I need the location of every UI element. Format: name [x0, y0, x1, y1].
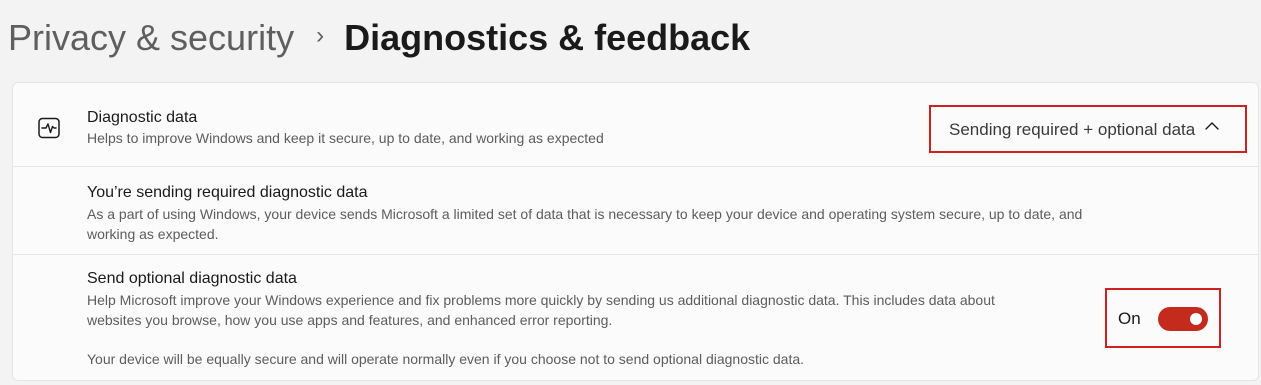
optional-data-description-line2: websites you browse, how you use apps an…	[87, 312, 613, 328]
breadcrumb-parent-privacy-security[interactable]: Privacy & security	[8, 17, 294, 59]
optional-data-title: Send optional diagnostic data	[87, 270, 297, 287]
diagnostic-data-row[interactable]: Diagnostic data Helps to improve Windows…	[13, 83, 1258, 167]
chevron-right-icon: ›	[316, 22, 325, 49]
page-title: Diagnostics & feedback	[344, 17, 751, 58]
optional-data-toggle[interactable]	[1158, 307, 1208, 331]
toggle-knob	[1190, 313, 1202, 325]
required-diagnostic-data-row: You’re sending required diagnostic data …	[13, 167, 1258, 255]
optional-diagnostic-data-row: Send optional diagnostic data Help Micro…	[13, 255, 1258, 381]
optional-data-note: Your device will be equally secure and w…	[87, 351, 805, 367]
diagnostic-data-description: Helps to improve Windows and keep it sec…	[87, 130, 604, 146]
breadcrumb: Privacy & security › Diagnostics & feedb…	[8, 14, 750, 62]
diagnostics-settings-card: Diagnostic data Helps to improve Windows…	[12, 82, 1259, 381]
dropdown-selected-value: Sending required + optional data	[949, 120, 1196, 139]
diagnostic-data-title: Diagnostic data	[87, 109, 198, 126]
pulse-icon	[37, 117, 61, 139]
required-data-title: You’re sending required diagnostic data	[87, 184, 368, 201]
toggle-state-label: On	[1118, 309, 1141, 328]
chevron-up-icon[interactable]	[1205, 119, 1219, 133]
required-data-description-line2: working as expected.	[87, 226, 219, 242]
required-data-description-line1: As a part of using Windows, your device …	[87, 206, 1083, 222]
optional-data-toggle-group: On	[1105, 288, 1221, 348]
optional-data-description-line1: Help Microsoft improve your Windows expe…	[87, 292, 995, 308]
diagnostic-data-dropdown[interactable]: Sending required + optional data	[929, 105, 1247, 153]
